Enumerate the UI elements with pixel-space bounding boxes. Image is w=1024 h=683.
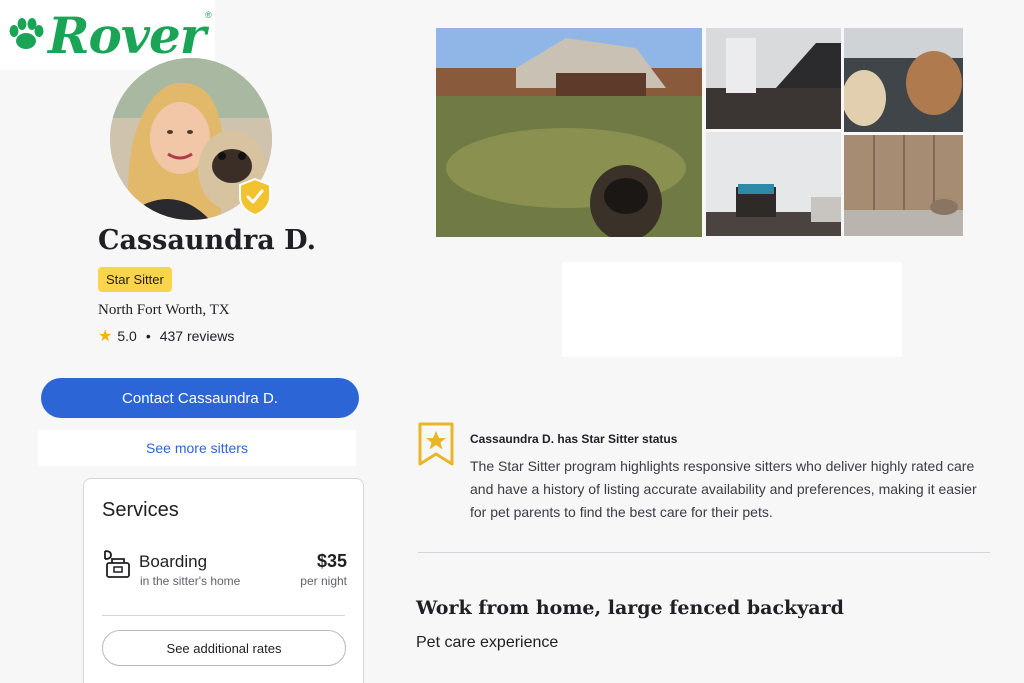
service-name: Boarding [139,552,208,571]
shield-check-icon [239,178,271,216]
sitter-location: North Fort Worth, TX [98,302,230,318]
gallery-photo-living-room[interactable] [706,132,841,236]
logo-wordmark: Rover [48,5,206,65]
boarding-icon [104,550,130,578]
see-more-sitters-link[interactable]: See more sitters [38,430,356,466]
gallery-photo-fence[interactable] [844,135,963,236]
service-subtitle: in the sitter's home [140,574,241,588]
star-ribbon-icon [418,422,454,466]
service-price: $35 [316,551,347,571]
star-status-title: Cassaundra D. has Star Sitter status [470,432,678,446]
service-price-unit: per night [300,574,347,588]
see-additional-rates-button[interactable]: See additional rates [102,630,346,666]
rating-row[interactable]: ★ 5.0 • 437 reviews [98,326,234,346]
rating-value: 5.0 [117,328,137,344]
contact-button[interactable]: Contact Cassaundra D. [41,378,359,418]
services-title: Services [102,499,179,521]
separator-dot: • [145,328,151,344]
gallery-photo-backyard[interactable] [436,28,702,237]
star-sitter-badge: Star Sitter [98,267,172,292]
services-card: Services Boarding in the sitter's home $… [83,478,364,683]
star-status-description: The Star Sitter program highlights respo… [470,458,977,520]
pet-care-experience-heading: Pet care experience [416,634,559,651]
listing-headline: Work from home, large fenced backyard [416,597,844,619]
paw-icon [9,18,44,49]
sitter-name: Cassaundra D. [98,225,316,256]
section-divider [418,552,990,553]
divider [102,615,345,616]
gallery-photo-stairs[interactable] [706,28,841,129]
empty-panel [562,262,902,357]
gallery-photo-poodle[interactable] [844,28,963,132]
review-count: 437 reviews [159,328,235,344]
registered-mark: ® [205,10,212,20]
star-icon: ★ [98,328,113,345]
